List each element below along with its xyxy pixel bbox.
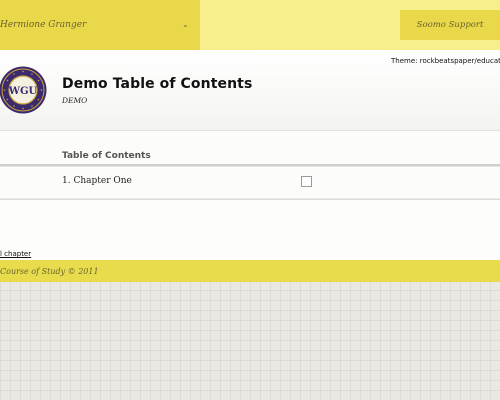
toc-heading: Table of Contents <box>62 151 151 161</box>
content-card: Theme: rockbeatspaper/education WGU Demo… <box>0 50 500 200</box>
add-chapter-link[interactable]: l chapter <box>0 250 31 258</box>
theme-link[interactable]: rockbeatspaper/education <box>420 57 500 65</box>
row-divider <box>0 198 500 199</box>
toc-item-chapter-one[interactable]: 1. Chapter One <box>62 176 132 186</box>
footer-text: Course of Study © 2011 <box>0 266 99 276</box>
footer: Course of Study © 2011 <box>0 260 500 282</box>
page-subtitle: DEMO <box>62 96 88 105</box>
university-seal-logo: WGU <box>0 66 47 114</box>
actions-area: l chapter <box>0 200 500 260</box>
row-divider <box>0 166 500 167</box>
theme-label: Theme: <box>391 57 420 65</box>
theme-indicator: Theme: rockbeatspaper/education <box>391 57 500 65</box>
support-label: Soomo Support <box>416 20 484 30</box>
page-title: Demo Table of Contents <box>62 76 253 92</box>
user-name[interactable]: Hermione Granger <box>0 20 86 30</box>
user-menu[interactable]: Hermione Granger ⌄ <box>0 0 200 50</box>
chapter-one-checkbox[interactable] <box>301 176 312 187</box>
logo-monogram: WGU <box>8 86 38 97</box>
chevron-down-icon[interactable]: ⌄ <box>182 20 189 29</box>
support-button[interactable]: Soomo Support <box>400 10 500 40</box>
top-bar: Hermione Granger ⌄ Soomo Support <box>0 0 500 50</box>
page-header: Theme: rockbeatspaper/education WGU Demo… <box>0 50 500 131</box>
